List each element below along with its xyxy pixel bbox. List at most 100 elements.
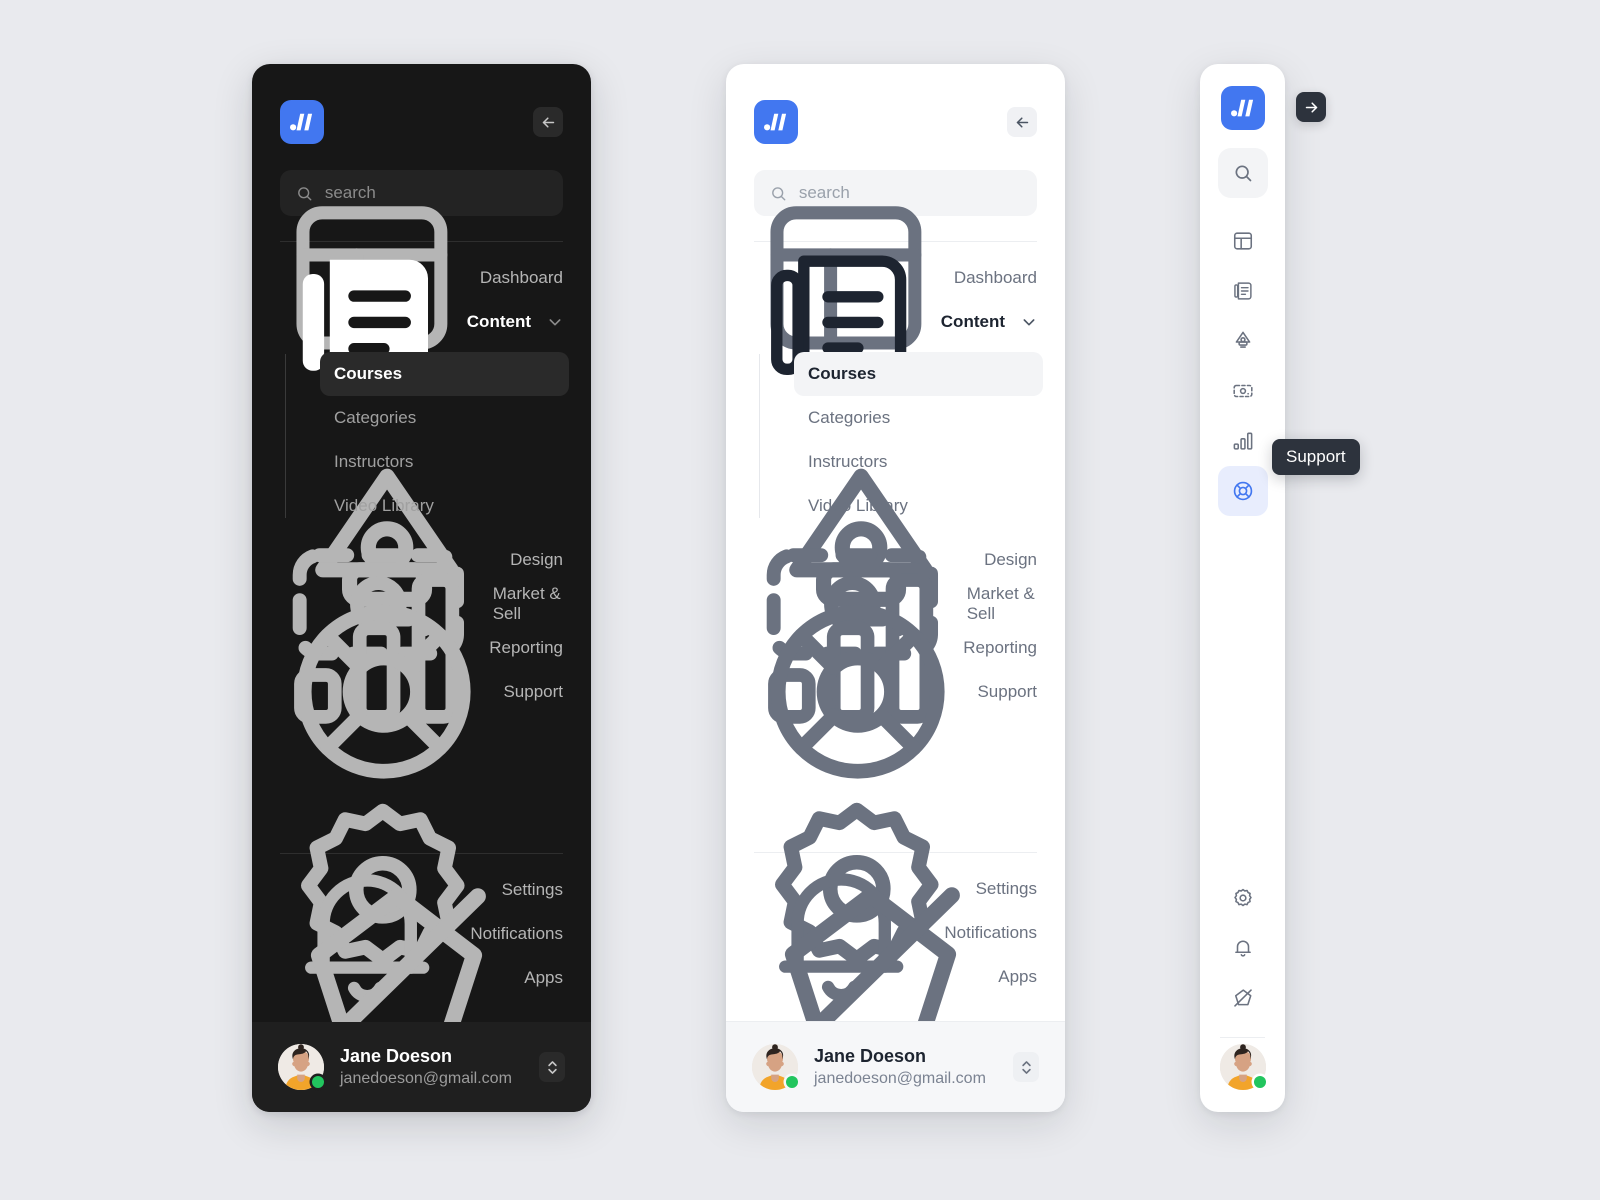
sidebar-item-support[interactable]: Support (274, 605, 569, 779)
sidebar-subitem-video-library[interactable]: Video Library (794, 484, 1043, 528)
pen-nib-icon (1235, 331, 1250, 348)
status-badge-online (312, 1076, 324, 1088)
sidebar-item-label: Reporting (489, 638, 563, 657)
sidebar-item-label: Design (510, 550, 563, 569)
sidebar-item-label: Support (503, 682, 563, 701)
sidebar-subitem-categories[interactable]: Categories (794, 396, 1043, 440)
sidebar-dark-header (252, 64, 591, 144)
status-badge-online (1253, 1076, 1266, 1088)
lifebuoy-icon (1233, 481, 1252, 501)
sidebar-dark: Dashboard Content (252, 64, 591, 1112)
sidebar-subitem-courses[interactable]: Courses (320, 352, 569, 396)
chevron-up-down-icon (1021, 1060, 1031, 1074)
sidebar-light-header (726, 64, 1065, 144)
bar-chart-icon (1233, 432, 1252, 450)
sidebar-item-label: Support (977, 682, 1037, 701)
sidebar-item-label: Dashboard (479, 268, 563, 287)
user-email: janedoeson@gmail.com (340, 1070, 512, 1088)
sidebar-subitem-categories[interactable]: Categories (320, 396, 569, 440)
chevron-down-icon[interactable] (1021, 314, 1037, 330)
user-profile-light[interactable]: Jane Doeson janedoeson@gmail.com (726, 1021, 1065, 1112)
user-name: Jane Doeson (814, 1046, 927, 1067)
sidebar-item-content[interactable]: Content (274, 259, 569, 385)
account-switcher-button[interactable] (1013, 1052, 1039, 1082)
account-switcher-button[interactable] (539, 1052, 565, 1082)
brand-logo-icon[interactable] (754, 100, 798, 144)
sidebar-subitem-label: Courses (334, 364, 403, 383)
sidebar-subitem-label: Categories (334, 408, 417, 427)
sidebar-item-label: Design (984, 550, 1037, 569)
sidebar-subitem-instructors[interactable]: Instructors (794, 440, 1043, 484)
arrow-left-icon (1016, 116, 1028, 128)
avatar (278, 1044, 324, 1090)
sidebar-item-label: Market & Sell (966, 584, 1035, 623)
sidebar-item-label: Dashboard (953, 268, 1037, 287)
rail-item-search[interactable] (1217, 148, 1268, 198)
user-profile-dark[interactable]: Jane Doeson janedoeson@gmail.com (252, 1022, 591, 1112)
sidebar-subitem-video-library[interactable]: Video Library (320, 484, 569, 528)
rail-item-dashboard[interactable] (1218, 216, 1268, 266)
sidebar-dark-secondary-nav: Settings Notifications Apps (252, 803, 591, 1068)
collapse-sidebar-button[interactable] (1007, 107, 1037, 137)
tooltip-support: Support (1272, 439, 1360, 475)
sidebar-subitem-label: Categories (808, 408, 891, 427)
user-name: Jane Doeson (340, 1046, 453, 1067)
sidebar-light: Dashboard Content Courses (726, 64, 1065, 1112)
rail-bottom-group (1218, 873, 1268, 1112)
sidebar-item-label: Apps (998, 967, 1037, 986)
user-info: Jane Doeson janedoeson@gmail.com (340, 1044, 512, 1090)
sidebar-item-label: Reporting (963, 638, 1037, 657)
content-submenu: Courses Categories Instructors Video Lib… (759, 352, 1043, 528)
chevron-up-down-icon (547, 1060, 557, 1074)
sidebar-item-label: Content (466, 312, 531, 331)
sidebar-item-label: Settings (501, 880, 563, 899)
rail-item-market-sell[interactable] (1218, 366, 1268, 416)
content-submenu: Courses Categories Instructors Video Lib… (285, 352, 569, 528)
bell-icon (1234, 940, 1251, 957)
avatar (752, 1044, 798, 1090)
rail-item-apps[interactable] (1218, 973, 1268, 1023)
collapse-sidebar-button[interactable] (533, 107, 563, 137)
chevron-down-icon[interactable] (547, 314, 563, 330)
search-icon (1235, 165, 1251, 182)
rail-item-settings[interactable] (1218, 873, 1268, 923)
rail-item-support[interactable] (1217, 466, 1268, 516)
arrow-right-icon (1305, 101, 1317, 113)
sidebar-item-label: Market & Sell (492, 584, 561, 623)
sidebar-item-label: Content (940, 312, 1005, 331)
sidebar-item-apps[interactable]: Apps (274, 888, 569, 1068)
banknote-icon (1232, 384, 1253, 398)
rail-top-group (1217, 64, 1268, 516)
brand-logo-icon[interactable] (280, 100, 324, 144)
sidebar-item-label: Apps (524, 968, 563, 987)
sidebar-subitem-courses[interactable]: Courses (794, 352, 1043, 396)
gear-icon (1233, 888, 1252, 907)
sidebar-item-content[interactable]: Content (748, 255, 1043, 389)
layout-dashboard-icon (1233, 232, 1252, 250)
divider (1220, 1037, 1265, 1038)
sidebar-rail-collapsed (1200, 64, 1285, 1112)
user-email: janedoeson@gmail.com (814, 1070, 986, 1088)
expand-sidebar-button[interactable] (1296, 92, 1326, 122)
sidebar-subitem-instructors[interactable]: Instructors (320, 440, 569, 484)
rail-item-design[interactable] (1218, 316, 1268, 366)
sidebar-light-nav: Dashboard Content Courses Categories Ins… (726, 206, 1065, 779)
sidebar-subitem-label: Video Library (334, 496, 434, 515)
sidebar-subitem-label: Courses (808, 364, 877, 383)
sidebar-item-label: Settings (975, 879, 1037, 898)
brand-logo-icon[interactable] (1220, 86, 1265, 130)
rail-item-content[interactable] (1218, 266, 1268, 316)
sidebar-light-secondary-nav: Settings Notifications Apps (726, 802, 1065, 1067)
sidebar-dark-nav: Dashboard Content Courses Categories Ins… (252, 206, 591, 779)
arrow-left-icon (542, 116, 554, 128)
screen: Dashboard Content (0, 0, 1600, 1200)
sidebar-item-support[interactable]: Support (748, 605, 1043, 779)
document-stack-icon (1233, 282, 1252, 300)
sidebar-item-apps[interactable]: Apps (748, 887, 1043, 1067)
rail-avatar[interactable] (1219, 1044, 1266, 1090)
sidebar-subitem-label: Video Library (808, 496, 908, 515)
apps-icon (1233, 989, 1252, 1007)
rail-item-reporting[interactable] (1218, 416, 1268, 466)
rail-item-notifications[interactable] (1218, 923, 1268, 973)
sidebar-subitem-label: Instructors (808, 452, 888, 471)
